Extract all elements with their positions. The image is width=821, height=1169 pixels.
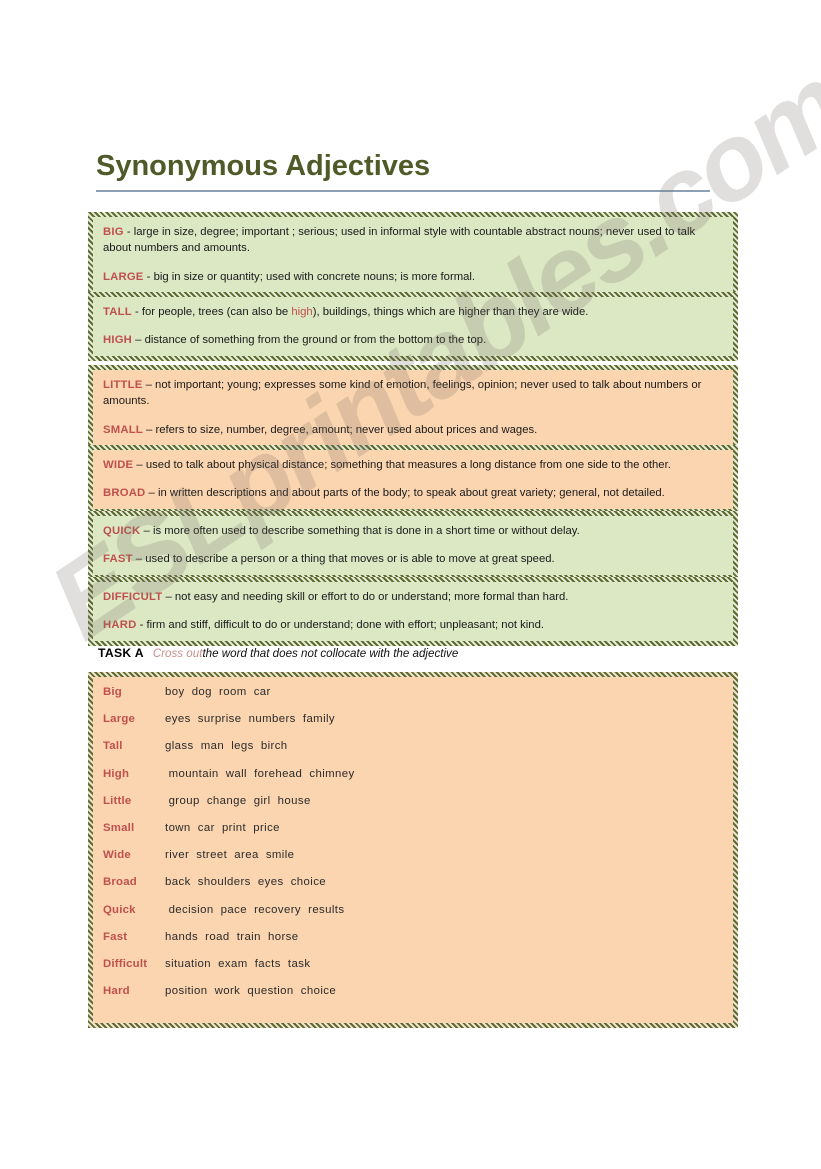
table-row[interactable]: Hard position work question choice bbox=[103, 985, 723, 1012]
keyword-large: LARGE bbox=[103, 270, 144, 283]
definition-text: – in written descriptions and about part… bbox=[145, 487, 665, 500]
definition-line: LITTLE – not important; young; expresses… bbox=[103, 377, 724, 410]
row-adjective: High bbox=[103, 767, 130, 780]
row-words[interactable]: glass man legs birch bbox=[165, 740, 288, 752]
keyword-tall: TALL bbox=[103, 306, 132, 318]
definition-line: SMALL – refers to size, number, degree, … bbox=[103, 422, 724, 438]
row-words[interactable]: hands road train horse bbox=[165, 931, 298, 943]
row-adjective: Fast bbox=[103, 930, 128, 943]
definition-line: LARGE - big in size or quantity; used wi… bbox=[103, 269, 724, 285]
definition-line: BROAD – in written descriptions and abou… bbox=[103, 485, 724, 501]
row-adjective: Wide bbox=[103, 849, 131, 862]
definition-text: - large in size, degree; important ; ser… bbox=[103, 226, 696, 255]
definition-text: - firm and stiff, difficult to do or und… bbox=[136, 619, 544, 632]
table-row[interactable]: Wide river street area smile bbox=[103, 849, 723, 876]
table-row[interactable]: Little group change girl house bbox=[103, 795, 723, 822]
row-words[interactable]: situation exam facts task bbox=[165, 958, 310, 970]
row-adjective: Large bbox=[103, 713, 136, 726]
definition-line: HIGH – distance of something from the gr… bbox=[103, 332, 724, 348]
task-a-label: TASK A bbox=[98, 646, 144, 660]
task-a-word-table: Big boy dog room car Large eyes surprise… bbox=[88, 672, 738, 1029]
definition-box-tall-high: TALL - for people, trees (can also be hi… bbox=[88, 292, 738, 361]
row-adjective: Tall bbox=[103, 740, 123, 753]
keyword-quick: QUICK bbox=[103, 525, 141, 537]
task-a-emphasis: Cross out bbox=[152, 647, 203, 660]
keyword-fast: FAST bbox=[103, 553, 133, 566]
title-block: Synonymous Adjectives bbox=[96, 152, 710, 192]
task-a-text: the word that does not collocate with th… bbox=[202, 647, 459, 660]
definition-text: - big in size or quantity; used with con… bbox=[143, 270, 476, 283]
keyword-big: BIG bbox=[103, 226, 124, 238]
definition-box-little-small: LITTLE – not important; young; expresses… bbox=[88, 365, 738, 451]
row-adjective: Broad bbox=[103, 876, 137, 889]
row-adjective: Hard bbox=[103, 985, 130, 998]
definition-text: ), buildings, things which are higher th… bbox=[312, 306, 589, 318]
definition-box-quick-fast: QUICK – is more often used to describe s… bbox=[88, 511, 738, 580]
definition-text: – used to describe a person or a thing t… bbox=[132, 553, 555, 566]
table-row[interactable]: Big boy dog room car bbox=[103, 686, 723, 713]
row-words[interactable]: back shoulders eyes choice bbox=[165, 876, 326, 888]
definition-line: FAST – used to describe a person or a th… bbox=[103, 551, 724, 567]
row-words[interactable]: river street area smile bbox=[165, 849, 294, 861]
definition-text: – not easy and needing skill or effort t… bbox=[162, 591, 569, 603]
keyword-small: SMALL bbox=[103, 423, 143, 436]
definition-line: QUICK – is more often used to describe s… bbox=[103, 523, 724, 539]
table-row[interactable]: Large eyes surprise numbers family bbox=[103, 713, 723, 740]
title-divider bbox=[96, 190, 710, 192]
keyword-wide: WIDE bbox=[103, 459, 134, 471]
row-words[interactable]: decision pace recovery results bbox=[165, 904, 345, 916]
definition-box-difficult-hard: DIFFICULT – not easy and needing skill o… bbox=[88, 577, 738, 646]
row-words[interactable]: group change girl house bbox=[165, 795, 311, 807]
table-row[interactable]: High mountain wall forehead chimney bbox=[103, 768, 723, 795]
definition-text: – not important; young; expresses some k… bbox=[103, 379, 702, 408]
row-words[interactable]: mountain wall forehead chimney bbox=[165, 768, 355, 780]
definition-line: HARD - firm and stiff, difficult to do o… bbox=[103, 617, 724, 633]
keyword-broad: BROAD bbox=[103, 487, 146, 500]
row-adjective: Quick bbox=[103, 903, 136, 916]
keyword-hard: HARD bbox=[103, 619, 137, 632]
worksheet-page: Synonymous Adjectives BIG - large in siz… bbox=[0, 0, 821, 1169]
definition-line: WIDE – used to talk about physical dista… bbox=[103, 457, 724, 473]
keyword-difficult: DIFFICULT bbox=[103, 591, 163, 603]
row-adjective: Big bbox=[103, 686, 122, 698]
task-a-instruction: TASK A Cross outthe word that does not co… bbox=[98, 646, 458, 660]
row-adjective: Difficult bbox=[103, 957, 148, 970]
definition-text: – used to talk about physical distance; … bbox=[133, 459, 671, 471]
table-row[interactable]: Small town car print price bbox=[103, 822, 723, 849]
row-adjective: Small bbox=[103, 821, 135, 834]
row-adjective: Little bbox=[103, 794, 132, 807]
row-words[interactable]: town car print price bbox=[165, 822, 280, 834]
definition-text: – is more often used to describe somethi… bbox=[140, 525, 580, 537]
definition-line: DIFFICULT – not easy and needing skill o… bbox=[103, 589, 724, 605]
definition-box-wide-broad: WIDE – used to talk about physical dista… bbox=[88, 445, 738, 514]
inline-keyword-high: high bbox=[291, 306, 313, 318]
definition-line: BIG - large in size, degree; important ;… bbox=[103, 224, 724, 257]
definition-box-big-large: BIG - large in size, degree; important ;… bbox=[88, 212, 738, 298]
definition-text: - for people, trees (can also be bbox=[131, 306, 292, 318]
row-words[interactable]: eyes surprise numbers family bbox=[165, 713, 335, 725]
definition-text: – refers to size, number, degree, amount… bbox=[142, 423, 538, 436]
table-row[interactable]: Difficult situation exam facts task bbox=[103, 958, 723, 985]
table-row[interactable]: Tall glass man legs birch bbox=[103, 740, 723, 767]
keyword-little: LITTLE bbox=[103, 379, 143, 391]
row-words[interactable]: boy dog room car bbox=[165, 686, 271, 698]
table-row[interactable]: Fast hands road train horse bbox=[103, 931, 723, 958]
row-words[interactable]: position work question choice bbox=[165, 985, 336, 997]
definition-text: – distance of something from the ground … bbox=[132, 334, 487, 347]
keyword-high: HIGH bbox=[103, 334, 133, 347]
page-title: Synonymous Adjectives bbox=[96, 150, 431, 182]
definition-line: TALL - for people, trees (can also be hi… bbox=[103, 304, 724, 320]
table-row[interactable]: Quick decision pace recovery results bbox=[103, 904, 723, 931]
table-row[interactable]: Broad back shoulders eyes choice bbox=[103, 876, 723, 903]
